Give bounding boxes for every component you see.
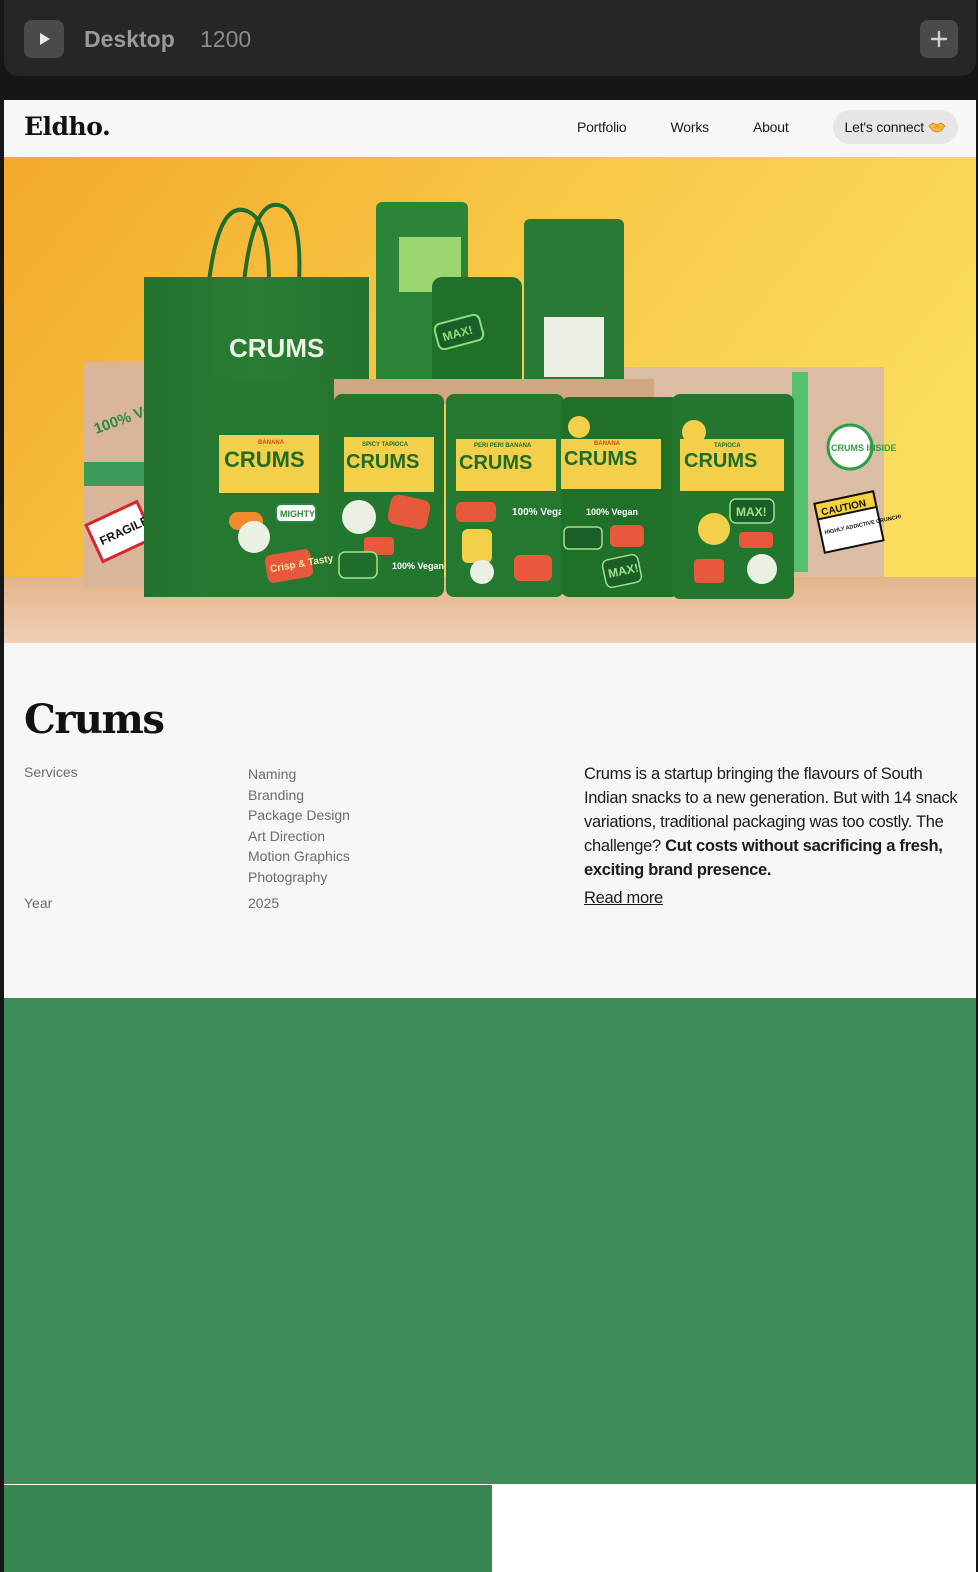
project-description: Crums is a startup bringing the flavours… <box>584 762 960 882</box>
handshake-icon <box>928 122 946 133</box>
bag-2-brand: CRUMS <box>346 451 419 473</box>
sticker-vegan-bag2: 100% Vegan <box>392 561 444 571</box>
nav-link-about[interactable]: About <box>753 119 789 135</box>
bag-5-brand: CRUMS <box>684 450 757 472</box>
service-item: Photography <box>248 868 328 885</box>
bag-1-brand: CRUMS <box>224 447 305 472</box>
year-label: Year <box>24 895 53 911</box>
bag-1-flavour: BANANA <box>258 440 285 446</box>
shopping-bag-brand: CRUMS <box>229 333 324 363</box>
breakpoint-toolbar: Desktop 1200 <box>4 0 976 76</box>
sticker-max-bag5: MAX! <box>736 505 767 519</box>
box-sticker-inside: CRUMS INSIDE <box>831 443 897 453</box>
green-media-block-small <box>4 1485 492 1572</box>
breakpoint-width: 1200 <box>200 26 252 52</box>
services-label: Services <box>24 764 78 780</box>
play-icon <box>40 33 50 45</box>
plus-icon <box>930 30 948 48</box>
nav-link-works[interactable]: Works <box>671 119 710 135</box>
sticker-vegan-bag4: 100% Vegan <box>586 507 638 517</box>
service-item: Naming <box>248 766 297 782</box>
connect-button[interactable]: Let's connect <box>832 110 958 144</box>
add-breakpoint-button[interactable] <box>920 20 958 58</box>
white-media-block <box>492 1485 976 1572</box>
bag-4-brand: CRUMS <box>564 448 637 470</box>
services-list: Naming Branding Package Design Art Direc… <box>248 764 350 887</box>
nav-menu: Portfolio Works About Let's connect <box>577 110 958 144</box>
bag-3-flavour: PERI PERI BANANA <box>474 443 532 449</box>
read-more-link[interactable]: Read more <box>584 889 663 908</box>
year-value: 2025 <box>248 895 280 911</box>
site-header: Eldho. Portfolio Works About Let's conne… <box>4 100 976 157</box>
connect-button-label: Let's connect <box>844 119 925 135</box>
bag-2-flavour: SPICY TAPIOCA <box>362 442 409 448</box>
hero-product-image: 100% Vegan FRAGILE CRUMS INSIDE CAUTION … <box>4 157 976 643</box>
breakpoint-name: Desktop <box>84 26 175 52</box>
bag-3-brand: CRUMS <box>459 452 532 474</box>
project-title: Crums <box>24 696 165 743</box>
service-item: Motion Graphics <box>248 848 350 864</box>
service-item: Art Direction <box>248 827 326 844</box>
page-canvas: Eldho. Portfolio Works About Let's conne… <box>4 100 976 1572</box>
green-media-block <box>4 998 976 1484</box>
service-item: Branding <box>248 786 305 803</box>
nav-link-portfolio[interactable]: Portfolio <box>577 119 627 135</box>
site-logo[interactable]: Eldho. <box>24 112 111 141</box>
preview-play-button[interactable] <box>24 20 64 58</box>
service-item: Package Design <box>248 807 350 823</box>
bag-5-flavour: TAPIOCA <box>714 443 741 449</box>
sticker-mighty: MIGHTY! <box>280 509 318 519</box>
bag-4-flavour: BANANA <box>594 441 621 447</box>
